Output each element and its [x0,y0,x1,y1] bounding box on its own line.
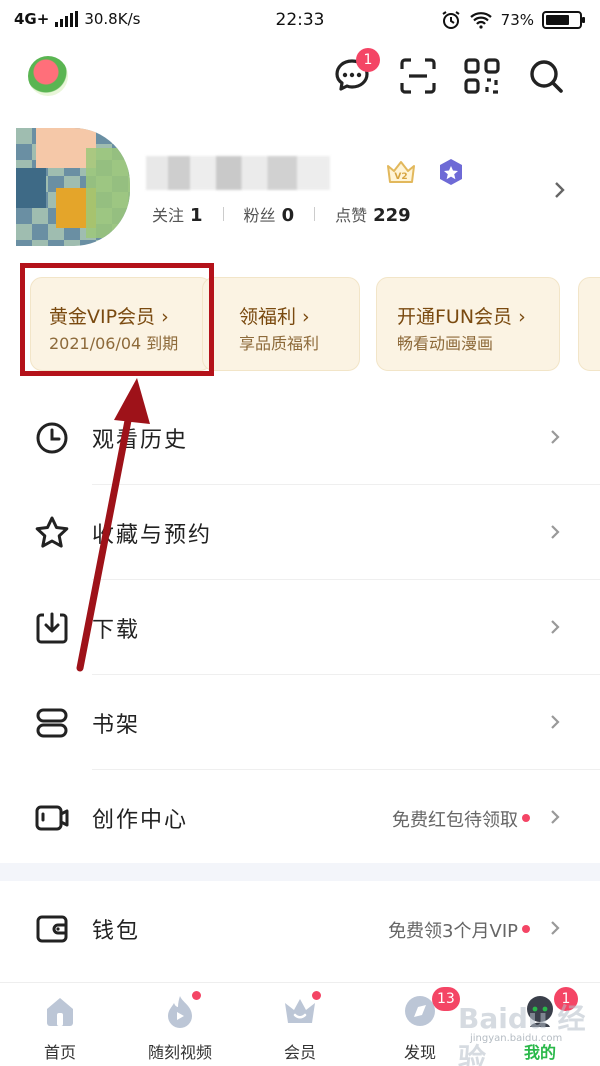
card-partial[interactable] [578,277,600,371]
scan-button[interactable] [396,54,440,98]
tab-label: 随刻视频 [147,1043,212,1062]
menu-label: 观看历史 [92,428,189,453]
red-dot [522,814,530,822]
screen: 4G+ 30.8K/s 22:33 73% 1 V2 关注 1 粉丝 0 点赞 … [0,0,600,1066]
watermark-url: jingyan.baidu.com [470,1033,563,1044]
card-title: 领福利 › [239,306,310,328]
menu-item-bookshelf[interactable]: 书架 [0,675,600,770]
wallet-icon [36,915,68,943]
menu-label: 钱包 [92,919,141,944]
scan-icon [400,58,436,94]
chevron-right-icon [551,921,560,935]
card-subtitle: 畅看动画漫画 [397,334,494,353]
tab-label: 会员 [283,1043,316,1062]
menu-item-favorites[interactable]: 收藏与预约 [0,485,600,580]
menu-hint: 免费领3个月VIP [388,921,518,942]
download-icon [36,612,68,644]
alarm-icon [442,11,460,29]
tab-short-video[interactable]: 随刻视频 [120,983,240,1066]
search-button[interactable] [524,54,568,98]
stat-likes[interactable]: 点赞 229 [335,202,411,226]
svg-text:V2: V2 [394,172,407,182]
card-subtitle: 享品质福利 [239,334,320,353]
message-badge: 1 [356,48,380,72]
card-fun-vip[interactable]: 开通FUN会员 › 畅看动画漫画 [376,277,560,371]
menu-hint: 免费红包待领取 [392,810,518,831]
user-avatar[interactable] [16,128,130,246]
tab-home[interactable]: 首页 [0,983,120,1066]
username-blurred[interactable] [146,156,330,190]
chevron-right-icon [551,810,560,824]
menu-label: 收藏与预约 [92,523,213,548]
section-divider [0,863,600,881]
chevron-right-icon [551,430,560,444]
stat-followers[interactable]: 粉丝 0 [244,202,295,226]
menu-item-wallet[interactable]: 钱包 免费领3个月VIP [0,881,600,976]
menu-item-history[interactable]: 观看历史 [0,390,600,485]
menu-label: 创作中心 [92,808,189,833]
qr-code-icon [464,58,500,94]
divider [314,207,316,221]
top-bar: 1 [0,48,600,104]
star-icon [35,516,69,548]
bottom-nav: 首页 随刻视频 会员 13 发现 1 我的 Baidu 经验 jingyan.b… [0,982,600,1066]
qr-code-button[interactable] [460,54,504,98]
tab-label: 首页 [43,1043,76,1062]
tab-vip[interactable]: 会员 [240,983,360,1066]
profile-chevron-right-icon[interactable] [552,180,568,200]
red-dot [522,925,530,933]
card-title: 开通FUN会员 › [397,306,526,328]
search-icon [530,60,563,93]
stat-following[interactable]: 关注 1 [152,202,203,226]
home-icon [47,998,73,1026]
chevron-right-icon [551,620,560,634]
menu-label: 下载 [92,618,141,643]
chevron-right-icon [551,525,560,539]
status-bar: 4G+ 30.8K/s 22:33 73% [0,0,600,40]
battery-icon [542,11,585,29]
highlight-box [20,263,214,376]
chevron-right-icon [551,715,560,729]
red-dot [192,991,201,1000]
profile-stats: 关注 1 粉丝 0 点赞 229 [152,202,411,226]
battery-percent: 73% [500,11,534,29]
red-dot [312,991,321,1000]
menu-label: 书架 [92,713,141,738]
level-badge-icon[interactable] [438,158,464,186]
card-welfare[interactable]: 领福利 › 享品质福利 [202,277,360,371]
clock-icon [36,422,68,454]
menu-item-download[interactable]: 下载 [0,580,600,675]
bookshelf-icon [36,708,68,738]
menu-item-creator-center[interactable]: 创作中心 免费红包待领取 [0,770,600,865]
discover-badge: 13 [432,987,460,1011]
vip-badge-icon[interactable]: V2 [386,160,416,184]
message-button[interactable]: 1 [330,48,380,98]
app-logo-icon[interactable] [28,56,68,96]
divider [222,207,224,221]
video-camera-icon [35,805,69,831]
watermark: Baidu 经验 [458,1002,586,1066]
wifi-icon [469,12,492,29]
